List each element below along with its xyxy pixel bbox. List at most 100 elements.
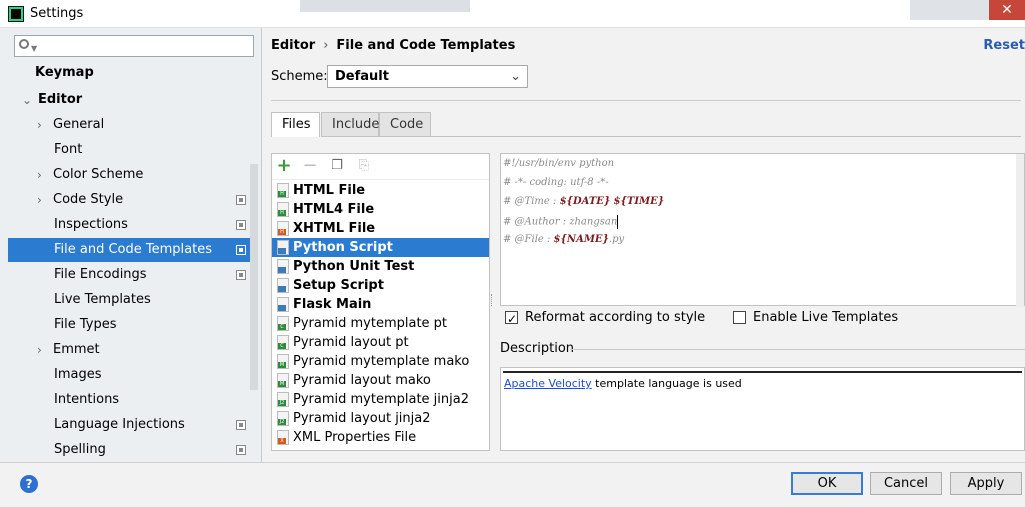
dialog-footer: ? OK Cancel Apply — [0, 462, 1025, 507]
sidebar-item-spelling[interactable]: Spelling — [8, 438, 250, 462]
description-rule — [503, 371, 1022, 373]
sidebar-scrollbar[interactable] — [250, 164, 258, 390]
sidebar-item-font[interactable]: Font — [8, 138, 250, 162]
sidebar-item-label: Editor — [38, 92, 83, 107]
file-template-icon: X — [277, 430, 289, 445]
editor-scrollbar[interactable] — [1016, 154, 1024, 307]
template-toolbar: + − ❐ ⎘ — [272, 154, 489, 180]
breadcrumb-parent[interactable]: Editor — [271, 38, 315, 53]
checkbox-box[interactable] — [733, 311, 746, 324]
apply-button[interactable]: Apply — [950, 472, 1022, 495]
template-editor[interactable]: #!/usr/bin/env python # -*- coding: utf-… — [500, 153, 1025, 307]
template-name: Pyramid layout pt — [293, 335, 409, 350]
project-copy-icon — [236, 270, 246, 280]
reset-link[interactable]: Reset — [983, 38, 1025, 53]
breadcrumb-current: File and Code Templates — [336, 38, 516, 53]
chevron-right-icon[interactable]: › — [37, 113, 42, 137]
code-line: # @File : ${NAME}.py — [503, 234, 625, 245]
project-copy-icon — [236, 445, 246, 455]
close-icon[interactable]: ✕ — [989, 0, 1025, 20]
sidebar-item-keymap[interactable]: Keymap — [8, 61, 250, 85]
checkbox-box[interactable] — [505, 310, 518, 328]
description-text: template language is used — [591, 377, 742, 390]
tab-includes[interactable]: Includes — [321, 112, 386, 137]
template-list-item[interactable]: C Pyramid mytemplate pt — [272, 314, 489, 333]
sidebar-item-file-and-code-templates[interactable]: File and Code Templates — [8, 238, 250, 262]
template-list-item[interactable]: J2 Pyramid layout jinja2 — [272, 409, 489, 428]
template-name: HTML4 File — [293, 202, 375, 217]
sidebar-item-emmet[interactable]: › Emmet — [8, 338, 250, 362]
sidebar-item-label: Font — [54, 142, 83, 157]
template-list-item[interactable]: H HTML File — [272, 181, 489, 200]
sidebar-item-images[interactable]: Images — [8, 363, 250, 387]
tab-code[interactable]: Code — [379, 112, 431, 137]
sidebar-item-label: Color Scheme — [53, 167, 144, 182]
splitter-handle[interactable] — [491, 294, 495, 306]
tab-underline — [430, 136, 1021, 137]
template-list-item[interactable]: Flask Main — [272, 295, 489, 314]
sidebar-item-label: File and Code Templates — [54, 242, 212, 257]
reformat-label: Reformat according to style — [525, 310, 706, 325]
sidebar-item-color-scheme[interactable]: › Color Scheme — [8, 163, 250, 187]
template-list-item[interactable]: Python Script — [272, 238, 489, 257]
breadcrumb: Editor › File and Code Templates — [271, 38, 515, 53]
chevron-down-icon: ⌄ — [510, 69, 521, 84]
file-template-icon: C — [277, 335, 289, 350]
sidebar-item-live-templates[interactable]: Live Templates — [8, 288, 250, 312]
add-icon[interactable]: + — [275, 157, 293, 175]
template-list-item[interactable]: C Pyramid layout pt — [272, 333, 489, 352]
ok-button[interactable]: OK — [791, 472, 863, 495]
sidebar-item-file-encodings[interactable]: File Encodings — [8, 263, 250, 287]
sidebar-item-file-types[interactable]: File Types — [8, 313, 250, 337]
code-line: # @Time : ${DATE} ${TIME} — [503, 196, 665, 207]
sidebar-item-editor[interactable]: ⌄ Editor — [8, 88, 250, 112]
chevron-right-icon[interactable]: › — [37, 163, 42, 187]
template-list-item[interactable]: X XML Properties File — [272, 428, 489, 447]
code-line: #!/usr/bin/env python — [503, 158, 615, 169]
chevron-down-icon[interactable]: ⌄ — [22, 88, 32, 112]
divider — [271, 100, 1021, 101]
template-list-item[interactable]: J2 Pyramid mytemplate jinja2 — [272, 390, 489, 409]
template-list-item[interactable]: H XHTML File — [272, 219, 489, 238]
apache-velocity-link[interactable]: Apache Velocity — [504, 377, 592, 390]
template-list-item[interactable]: M Pyramid mytemplate mako — [272, 352, 489, 371]
description-panel: Apache Velocity template language is use… — [500, 367, 1025, 451]
remove-icon[interactable]: − — [301, 157, 319, 175]
template-name: Pyramid mytemplate mako — [293, 354, 470, 369]
title-bar: Settings ✕ — [0, 0, 1025, 28]
file-template-icon: M — [277, 373, 289, 388]
sidebar-item-intentions[interactable]: Intentions — [8, 388, 250, 412]
chevron-right-icon[interactable]: › — [37, 338, 42, 362]
scheme-dropdown[interactable]: Default ⌄ — [327, 65, 528, 88]
template-list-item[interactable]: H HTML4 File — [272, 200, 489, 219]
template-name: Setup Script — [293, 278, 384, 293]
project-copy-icon — [236, 245, 246, 255]
tab-files[interactable]: Files — [271, 112, 320, 137]
chevron-right-icon[interactable]: › — [37, 188, 42, 212]
sidebar-item-label: Keymap — [35, 65, 94, 80]
sidebar-item-inspections[interactable]: Inspections — [8, 213, 250, 237]
file-template-icon: J2 — [277, 411, 289, 426]
project-copy-icon — [236, 220, 246, 230]
file-template-icon — [277, 278, 289, 293]
sidebar-item-label: Spelling — [54, 442, 106, 457]
template-list-item[interactable]: Python Unit Test — [272, 257, 489, 276]
template-list-item[interactable]: Setup Script — [272, 276, 489, 295]
cancel-button[interactable]: Cancel — [870, 472, 942, 495]
sidebar-item-label: File Types — [54, 317, 117, 332]
file-template-icon: J2 — [277, 392, 289, 407]
sidebar-item-code-style[interactable]: › Code Style — [8, 188, 250, 212]
file-template-icon: M — [277, 354, 289, 369]
help-icon[interactable]: ? — [20, 475, 38, 493]
sidebar-item-general[interactable]: › General — [8, 113, 250, 137]
copy-icon[interactable]: ❐ — [328, 157, 346, 175]
template-list-item[interactable]: M Pyramid layout mako — [272, 371, 489, 390]
window-controls-area — [910, 0, 990, 20]
background-window-strip — [300, 0, 470, 12]
project-copy-icon — [236, 420, 246, 430]
sidebar-item-language-injections[interactable]: Language Injections — [8, 413, 250, 437]
project-copy-icon — [236, 195, 246, 205]
sidebar-item-label: Live Templates — [54, 292, 151, 307]
search-input[interactable]: ▼ — [14, 35, 254, 57]
reset-template-icon[interactable]: ⎘ — [355, 157, 373, 175]
